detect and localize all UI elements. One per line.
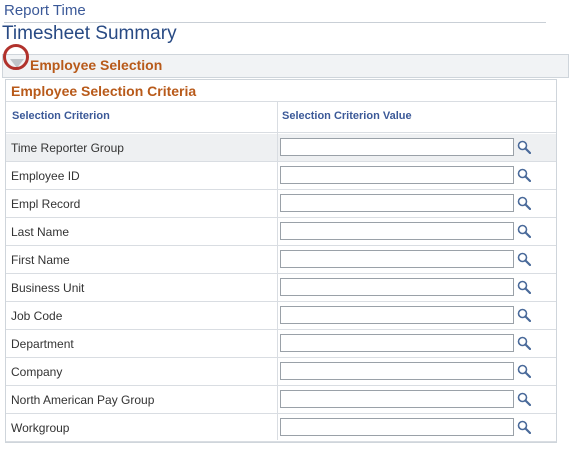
- section-title[interactable]: Employee Selection: [30, 57, 162, 73]
- criterion-label: First Name: [11, 253, 70, 267]
- table-row: Business Unit: [6, 274, 556, 302]
- criterion-value-input[interactable]: [280, 334, 514, 352]
- criterion-value-input[interactable]: [280, 138, 514, 156]
- criterion-value-input[interactable]: [280, 362, 514, 380]
- criterion-label: Last Name: [11, 225, 70, 239]
- magnifier-lookup-icon[interactable]: [517, 140, 531, 154]
- criterion-label: North American Pay Group: [11, 393, 155, 407]
- table-row: Workgroup: [6, 414, 556, 442]
- magnifier-lookup-icon[interactable]: [517, 224, 531, 238]
- magnifier-lookup-icon[interactable]: [517, 420, 531, 434]
- criterion-label: Department: [11, 337, 74, 351]
- criterion-label: Company: [11, 365, 63, 379]
- criterion-label: Business Unit: [11, 281, 85, 295]
- criterion-value-input[interactable]: [280, 166, 514, 184]
- criterion-label: Empl Record: [11, 197, 81, 211]
- criterion-value-input[interactable]: [280, 278, 514, 296]
- magnifier-lookup-icon[interactable]: [517, 308, 531, 322]
- criterion-label: Workgroup: [11, 421, 70, 435]
- table-row: Company: [6, 358, 556, 386]
- criterion-value-input[interactable]: [280, 418, 514, 436]
- column-header-value: Selection Criterion Value: [282, 110, 412, 122]
- magnifier-lookup-icon[interactable]: [517, 392, 531, 406]
- table-row: Department: [6, 330, 556, 358]
- table-row: Time Reporter Group: [6, 134, 556, 162]
- magnifier-lookup-icon[interactable]: [517, 252, 531, 266]
- magnifier-lookup-icon[interactable]: [517, 280, 531, 294]
- magnifier-lookup-icon[interactable]: [517, 364, 531, 378]
- page-title: Timesheet Summary: [2, 23, 177, 44]
- criterion-label: Time Reporter Group: [11, 141, 124, 155]
- table-row: First Name: [6, 246, 556, 274]
- criterion-value-input[interactable]: [280, 194, 514, 212]
- table-row: Employee ID: [6, 162, 556, 190]
- criteria-title: Employee Selection Criteria: [11, 83, 197, 99]
- column-header-criterion: Selection Criterion: [12, 110, 110, 122]
- highlight-circle[interactable]: [3, 44, 29, 70]
- table-row: Last Name: [6, 218, 556, 246]
- column-divider: [277, 101, 278, 440]
- table-row: Empl Record: [6, 190, 556, 218]
- criterion-value-input[interactable]: [280, 306, 514, 324]
- criterion-value-input[interactable]: [280, 222, 514, 240]
- magnifier-lookup-icon[interactable]: [517, 336, 531, 350]
- magnifier-lookup-icon[interactable]: [517, 196, 531, 210]
- criterion-value-input[interactable]: [280, 390, 514, 408]
- table-row: North American Pay Group: [6, 386, 556, 414]
- table-row: Job Code: [6, 302, 556, 330]
- criterion-label: Job Code: [11, 309, 63, 323]
- breadcrumb[interactable]: Report Time: [4, 2, 86, 19]
- criterion-label: Employee ID: [11, 169, 80, 183]
- magnifier-lookup-icon[interactable]: [517, 168, 531, 182]
- criterion-value-input[interactable]: [280, 250, 514, 268]
